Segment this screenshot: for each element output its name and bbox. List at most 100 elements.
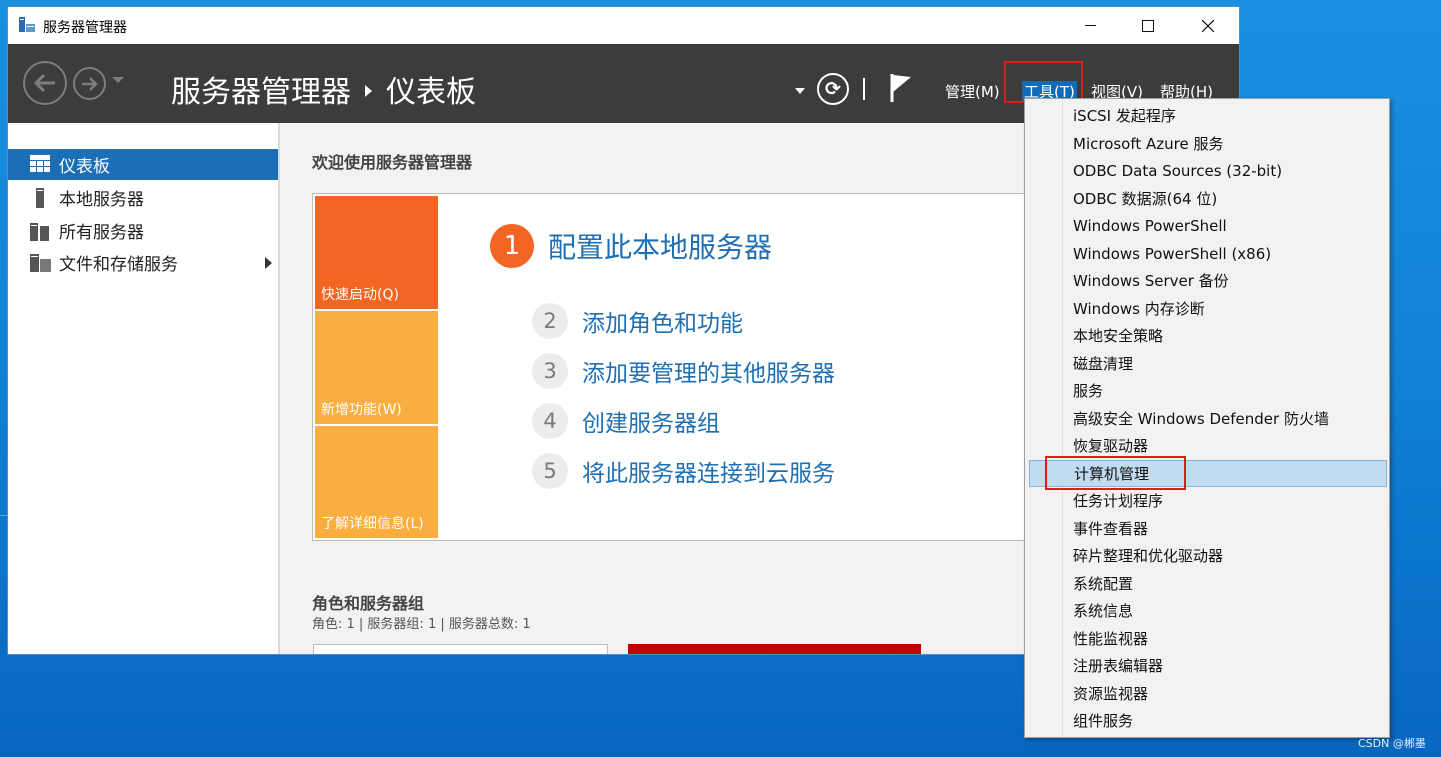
step-configure-local-server[interactable]: 1 配置此本地服务器	[490, 224, 772, 268]
step-create-group[interactable]: 4 创建服务器组	[532, 403, 720, 439]
tile-whats-new[interactable]: 新增功能(W)	[315, 311, 438, 424]
menu-item-label: Windows 内存诊断	[1073, 300, 1205, 318]
sidebar-item-label: 本地服务器	[59, 190, 144, 210]
welcome-title: 欢迎使用服务器管理器	[312, 153, 473, 172]
step-add-roles[interactable]: 2 添加角色和功能	[532, 303, 743, 339]
notifications-flag-icon[interactable]	[889, 72, 913, 104]
menu-item-recovery-drive[interactable]: 恢复驱动器	[1025, 432, 1389, 459]
step-number: 5	[532, 453, 568, 489]
step-number: 2	[532, 303, 568, 339]
sidebar-item-all-servers[interactable]: 所有服务器	[8, 215, 278, 246]
forward-button[interactable]	[73, 67, 106, 100]
step-link[interactable]: 将此服务器连接到云服务	[582, 454, 835, 488]
menu-item-task-scheduler[interactable]: 任务计划程序	[1025, 487, 1389, 514]
menu-item-label: 服务	[1073, 382, 1104, 400]
forward-arrow-icon	[81, 76, 98, 91]
step-number: 1	[490, 224, 534, 268]
menu-item-component-services[interactable]: 组件服务	[1025, 707, 1389, 734]
menu-item-system-config[interactable]: 系统配置	[1025, 570, 1389, 597]
menu-item-resource-monitor[interactable]: 资源监视器	[1025, 680, 1389, 707]
tools-dropdown-menu: iSCSI 发起程序 Microsoft Azure 服务 ODBC Data …	[1024, 98, 1390, 738]
menu-item-label: Windows PowerShell (x86)	[1073, 244, 1272, 263]
breadcrumb-root[interactable]: 服务器管理器	[171, 75, 351, 110]
menu-item-label: 碎片整理和优化驱动器	[1073, 547, 1224, 565]
menu-item-label: iSCSI 发起程序	[1073, 107, 1176, 125]
menu-item-label: ODBC 数据源(64 位)	[1073, 190, 1218, 208]
menu-item-performance-monitor[interactable]: 性能监视器	[1025, 625, 1389, 652]
step-link[interactable]: 配置此本地服务器	[548, 226, 772, 266]
breadcrumb-current: 仪表板	[386, 75, 476, 110]
menu-item-iscsi[interactable]: iSCSI 发起程序	[1025, 102, 1389, 129]
server-icon	[36, 188, 44, 208]
menu-item-services[interactable]: 服务	[1025, 377, 1389, 404]
close-button[interactable]	[1179, 7, 1237, 44]
menu-manage[interactable]: 管理(M)	[945, 81, 1000, 102]
menu-item-local-security-policy[interactable]: 本地安全策略	[1025, 322, 1389, 349]
expand-arrow-icon[interactable]	[265, 257, 272, 269]
menu-item-event-viewer[interactable]: 事件查看器	[1025, 515, 1389, 542]
step-connect-cloud[interactable]: 5 将此服务器连接到云服务	[532, 453, 835, 489]
role-card-alert[interactable]	[628, 644, 921, 654]
history-dropdown-icon[interactable]	[112, 77, 124, 83]
sidebar-item-label: 仪表板	[59, 157, 110, 177]
menu-item-computer-management[interactable]: 计算机管理	[1029, 460, 1387, 487]
refresh-button[interactable]: ⟳	[817, 73, 849, 105]
watermark: CSDN @郴墨	[1358, 737, 1426, 750]
menu-item-label: 系统信息	[1073, 602, 1134, 620]
roles-summary: 角色: 1 | 服务器组: 1 | 服务器总数: 1	[312, 617, 531, 632]
menu-item-label: Windows PowerShell	[1073, 216, 1227, 235]
sidebar-item-label: 所有服务器	[59, 223, 144, 243]
menu-item-label: 注册表编辑器	[1073, 657, 1164, 675]
tile-label: 新增功能(W)	[321, 402, 402, 418]
menu-item-powershell[interactable]: Windows PowerShell	[1025, 212, 1389, 239]
menu-item-label: 系统配置	[1073, 575, 1134, 593]
step-number: 3	[532, 353, 568, 389]
breadcrumb: 服务器管理器 仪表板	[171, 67, 476, 111]
sidebar: 仪表板 本地服务器 所有服务器 文件和存储服务	[8, 123, 280, 654]
menu-item-label: 计算机管理	[1074, 465, 1150, 483]
tile-label: 快速启动(Q)	[321, 287, 399, 303]
maximize-button[interactable]	[1119, 7, 1177, 44]
menu-item-label: 资源监视器	[1073, 685, 1149, 703]
maximize-icon	[1142, 19, 1154, 32]
step-number: 4	[532, 403, 568, 439]
menu-item-registry-editor[interactable]: 注册表编辑器	[1025, 652, 1389, 679]
menu-item-label: Microsoft Azure 服务	[1073, 135, 1224, 153]
menu-item-server-backup[interactable]: Windows Server 备份	[1025, 267, 1389, 294]
servers-icon	[30, 223, 49, 241]
menu-item-label: 事件查看器	[1073, 520, 1149, 538]
menu-item-memory-diagnostic[interactable]: Windows 内存诊断	[1025, 295, 1389, 322]
tile-quick-start[interactable]: 快速启动(Q)	[315, 196, 438, 309]
sidebar-item-file-storage[interactable]: 文件和存储服务	[8, 247, 278, 278]
back-button[interactable]	[23, 61, 67, 105]
menu-item-label: 高级安全 Windows Defender 防火墙	[1073, 410, 1329, 428]
step-link[interactable]: 创建服务器组	[582, 404, 720, 438]
menu-item-disk-cleanup[interactable]: 磁盘清理	[1025, 350, 1389, 377]
menu-item-label: Windows Server 备份	[1073, 272, 1229, 290]
roles-section-title: 角色和服务器组	[312, 594, 425, 613]
minimize-button[interactable]	[1061, 7, 1119, 44]
step-link[interactable]: 添加角色和功能	[582, 304, 743, 338]
tile-learn-more[interactable]: 了解详细信息(L)	[315, 426, 438, 538]
role-card[interactable]	[313, 644, 608, 654]
menu-item-azure[interactable]: Microsoft Azure 服务	[1025, 130, 1389, 157]
menu-item-label: 任务计划程序	[1073, 492, 1164, 510]
menu-item-firewall[interactable]: 高级安全 Windows Defender 防火墙	[1025, 405, 1389, 432]
menu-item-label: 磁盘清理	[1073, 355, 1134, 373]
menu-item-odbc32[interactable]: ODBC Data Sources (32-bit)	[1025, 157, 1389, 184]
tile-label: 了解详细信息(L)	[321, 516, 424, 532]
menu-item-label: 性能监视器	[1073, 630, 1149, 648]
menu-item-label: 恢复驱动器	[1073, 437, 1149, 455]
menu-item-system-info[interactable]: 系统信息	[1025, 597, 1389, 624]
breadcrumb-dropdown-icon[interactable]	[795, 88, 805, 94]
menu-item-odbc64[interactable]: ODBC 数据源(64 位)	[1025, 185, 1389, 212]
menu-item-label: 本地安全策略	[1073, 327, 1164, 345]
dashboard-icon	[30, 155, 50, 172]
menu-item-defrag[interactable]: 碎片整理和优化驱动器	[1025, 542, 1389, 569]
step-add-servers[interactable]: 3 添加要管理的其他服务器	[532, 353, 835, 389]
refresh-icon: ⟳	[825, 78, 841, 100]
menu-item-powershell-x86[interactable]: Windows PowerShell (x86)	[1025, 240, 1389, 267]
step-link[interactable]: 添加要管理的其他服务器	[582, 354, 835, 388]
sidebar-item-dashboard[interactable]: 仪表板	[8, 149, 278, 180]
sidebar-item-local-server[interactable]: 本地服务器	[8, 182, 278, 213]
